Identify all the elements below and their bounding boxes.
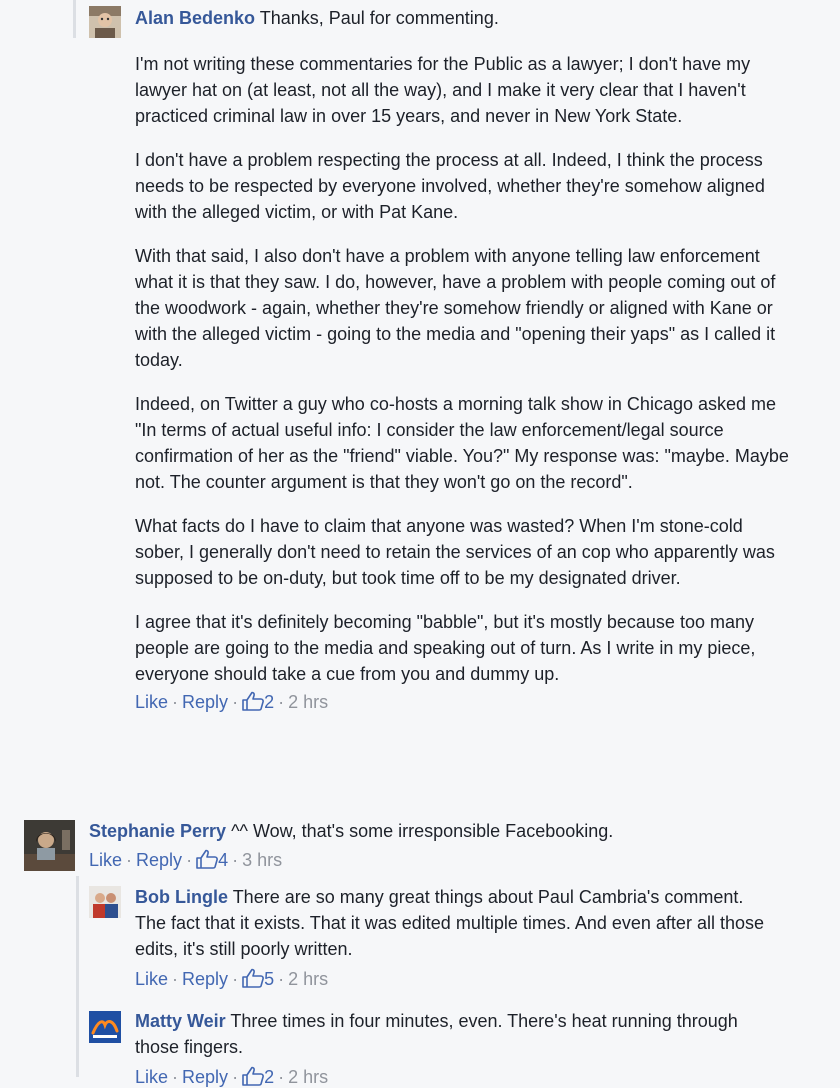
avatar-matty-weir[interactable] [89,1011,121,1043]
separator: · [232,1067,239,1087]
comment-actions: Like · Reply · 2 · 2 hrs [135,691,795,713]
separator: · [232,850,239,870]
separator: · [232,969,239,989]
like-count[interactable]: 2 [264,1067,274,1087]
reply-link[interactable]: Reply [136,850,182,870]
like-link[interactable]: Like [135,692,168,712]
comment-header: Alan Bedenko Thanks, Paul for commenting… [135,5,795,31]
comment-stephanie-perry: Stephanie Perry ^^ Wow, that's some irre… [89,818,809,871]
avatar-stephanie-perry[interactable] [24,820,75,871]
separator: · [126,850,133,870]
separator: · [172,692,179,712]
thumbs-up-icon[interactable] [242,968,264,988]
avatar-photo-icon [89,6,121,38]
avatar-bob-lingle[interactable] [89,886,121,918]
comment-author[interactable]: Matty Weir [135,1011,226,1031]
separator: · [278,692,285,712]
like-count[interactable]: 2 [264,692,274,712]
like-link[interactable]: Like [89,850,122,870]
comment-paragraph: I don't have a problem respecting the pr… [135,150,765,222]
comment-text: Three times in four minutes, even. There… [135,1011,738,1057]
comment-text: ^^ Wow, that's some irresponsible Facebo… [231,821,614,841]
thumbs-up-icon[interactable] [242,1066,264,1086]
comment-alan-bedenko: Alan Bedenko Thanks, Paul for commenting… [135,5,795,713]
comment-author[interactable]: Alan Bedenko [135,8,255,28]
comment-paragraph: I agree that it's definitely becoming "b… [135,612,756,684]
like-link[interactable]: Like [135,1067,168,1087]
avatar-photo-icon [24,820,75,871]
comment-paragraph: With that said, I also don't have a prob… [135,246,776,370]
comment-matty-weir: Matty Weir Three times in four minutes, … [135,1008,775,1088]
comment-paragraph: Indeed, on Twitter a guy who co-hosts a … [135,394,789,492]
reply-link[interactable]: Reply [182,692,228,712]
comment-author[interactable]: Stephanie Perry [89,821,226,841]
reply-link[interactable]: Reply [182,1067,228,1087]
timestamp[interactable]: 2 hrs [288,969,328,989]
separator: · [186,850,193,870]
separator: · [232,692,239,712]
timestamp[interactable]: 2 hrs [288,1067,328,1087]
thread-line [73,0,76,38]
timestamp[interactable]: 2 hrs [288,692,328,712]
comment-author[interactable]: Bob Lingle [135,887,228,907]
timestamp[interactable]: 3 hrs [242,850,282,870]
comment-bob-lingle: Bob Lingle There are so many great thing… [135,884,775,990]
comment-header: Matty Weir Three times in four minutes, … [135,1008,775,1060]
comment-paragraph: What facts do I have to claim that anyon… [135,516,775,588]
separator: · [172,969,179,989]
like-link[interactable]: Like [135,969,168,989]
like-count[interactable]: 5 [264,969,274,989]
mets-logo-icon [89,1011,121,1043]
thumbs-up-icon[interactable] [196,849,218,869]
separator: · [278,1067,285,1087]
reply-link[interactable]: Reply [182,969,228,989]
comment-actions: Like · Reply · 5 · 2 hrs [135,968,775,990]
like-count[interactable]: 4 [218,850,228,870]
comment-header: Bob Lingle There are so many great thing… [135,884,775,962]
avatar-alan-bedenko[interactable] [89,6,121,38]
thumbs-up-icon[interactable] [242,691,264,711]
comment-text: There are so many great things about Pau… [135,887,764,959]
comment-actions: Like · Reply · 4 · 3 hrs [89,849,809,871]
separator: · [278,969,285,989]
comment-paragraph: I'm not writing these commentaries for t… [135,54,751,126]
comment-text: Thanks, Paul for commenting. [259,8,499,28]
avatar-photo-icon [89,886,121,918]
comment-actions: Like · Reply · 2 · 2 hrs [135,1066,775,1088]
reply-thread-line [76,876,79,1077]
comment-header: Stephanie Perry ^^ Wow, that's some irre… [89,818,809,844]
separator: · [172,1067,179,1087]
